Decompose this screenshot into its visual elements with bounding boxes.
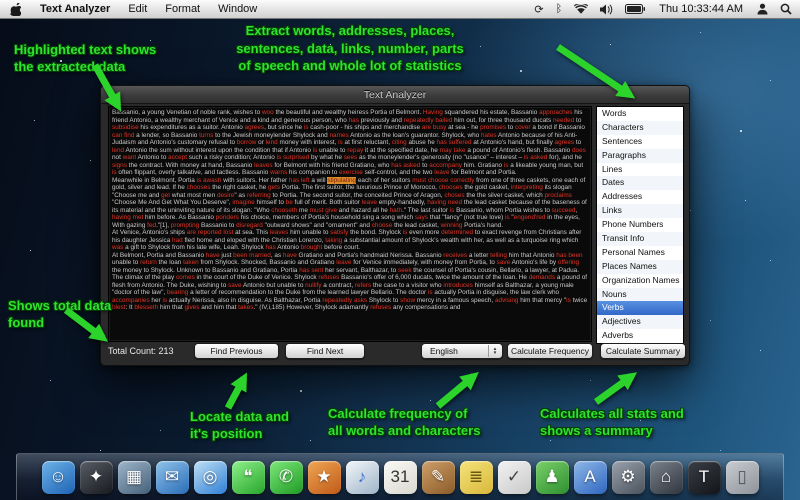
- total-count-label: Total Count: 213: [108, 346, 174, 356]
- annotation-locate: Locate data and it's position: [190, 409, 289, 442]
- dock-icon-system-preferences[interactable]: ⚙: [612, 461, 645, 494]
- window-title-bar[interactable]: Text Analyzer: [101, 86, 689, 104]
- category-item[interactable]: Nouns: [597, 288, 683, 302]
- language-dropdown[interactable]: English ▲▼: [421, 343, 503, 359]
- menu-bar: Text Analyzer Edit Format Window ⟳ ᛒ Thu…: [0, 0, 800, 19]
- category-item[interactable]: Places Names: [597, 260, 683, 274]
- dock-icon-reminders[interactable]: ✓: [498, 461, 531, 494]
- volume-icon[interactable]: [596, 4, 617, 15]
- dock-icon-trash[interactable]: ▯: [726, 461, 759, 494]
- calculate-summary-button[interactable]: Calculate Summary: [600, 343, 686, 359]
- dock-icon-photo-booth[interactable]: ★: [308, 461, 341, 494]
- category-item[interactable]: Paragraphs: [597, 149, 683, 163]
- category-item[interactable]: Characters: [597, 121, 683, 135]
- dock-icon-itunes[interactable]: ♪: [346, 461, 379, 494]
- dock-icon-messages[interactable]: ❝: [232, 461, 265, 494]
- category-item[interactable]: Words: [597, 107, 683, 121]
- category-item[interactable]: Organization Names: [597, 274, 683, 288]
- found-word-highlight: stipulating: [327, 177, 356, 184]
- category-item[interactable]: Lines: [597, 163, 683, 177]
- dropdown-stepper-icon: ▲▼: [488, 345, 501, 357]
- window-title: Text Analyzer: [364, 89, 426, 101]
- dock-icon-contacts[interactable]: ✎: [422, 461, 455, 494]
- category-item[interactable]: Personal Names: [597, 246, 683, 260]
- bluetooth-icon[interactable]: ᛒ: [552, 3, 567, 15]
- dock-icon-launchpad[interactable]: ✦: [80, 461, 113, 494]
- calculate-frequency-button[interactable]: Calculate Frequency: [507, 343, 593, 359]
- dock: ☺✦▦✉◎❝✆★♪31✎≣✓♟A⚙⌂T▯: [16, 453, 784, 500]
- dock-icon-facetime[interactable]: ✆: [270, 461, 303, 494]
- dock-icon-calendar[interactable]: 31: [384, 461, 417, 494]
- dock-icon-mail[interactable]: ✉: [156, 461, 189, 494]
- category-item[interactable]: Links: [597, 204, 683, 218]
- arrow-to-find-buttons: [228, 378, 244, 408]
- user-icon[interactable]: [753, 3, 772, 15]
- annotation-highlighted-text: Highlighted text shows the extracted dat…: [14, 42, 156, 75]
- annotation-total-found: Shows total data found: [8, 298, 111, 331]
- category-item[interactable]: Dates: [597, 176, 683, 190]
- spotlight-icon[interactable]: [776, 3, 796, 15]
- dock-icon-app-store[interactable]: A: [574, 461, 607, 494]
- category-item[interactable]: Verbs: [597, 301, 683, 315]
- wifi-icon[interactable]: [570, 4, 592, 15]
- dock-icon-notes[interactable]: ≣: [460, 461, 493, 494]
- menu-edit[interactable]: Edit: [119, 0, 156, 19]
- category-item[interactable]: Addresses: [597, 190, 683, 204]
- language-dropdown-value: English: [430, 346, 458, 356]
- dock-icon-finder[interactable]: ☺: [42, 461, 75, 494]
- annotation-frequency: Calculate frequency of all words and cha…: [328, 406, 480, 439]
- arrow-to-summary-button: [596, 376, 632, 402]
- category-item[interactable]: Phone Numbers: [597, 218, 683, 232]
- dock-icon-safari[interactable]: ◎: [194, 461, 227, 494]
- menu-app-name[interactable]: Text Analyzer: [31, 0, 119, 19]
- text-area[interactable]: Bassanio, a young Venetian of noble rank…: [108, 106, 592, 342]
- dock-icon-text-analyzer[interactable]: T: [688, 461, 721, 494]
- category-list[interactable]: WordsCharactersSentencesParagraphsLinesD…: [596, 106, 684, 344]
- dock-icon-game-center[interactable]: ♟: [536, 461, 569, 494]
- category-item[interactable]: Sentences: [597, 135, 683, 149]
- text-analyzer-window: Text Analyzer Bassanio, a young Venetian…: [100, 85, 690, 366]
- menu-bar-clock[interactable]: Thu 10:33:44 AM: [653, 3, 749, 15]
- dock-icon-utilities[interactable]: ⌂: [650, 461, 683, 494]
- battery-icon[interactable]: [621, 4, 649, 14]
- find-previous-button[interactable]: Find Previous: [194, 343, 279, 359]
- sync-icon[interactable]: ⟳: [530, 3, 547, 16]
- window-footer: Total Count: 213 Find Previous Find Next…: [101, 342, 689, 362]
- category-item[interactable]: Transit Info: [597, 232, 683, 246]
- annotation-extract: Extract words, addresses, places, senten…: [228, 22, 472, 75]
- find-next-button[interactable]: Find Next: [285, 343, 365, 359]
- annotation-summary: Calculates all stats and shows a summary: [540, 406, 684, 439]
- arrow-to-frequency-button: [438, 376, 474, 406]
- menu-window[interactable]: Window: [209, 0, 266, 19]
- menu-format[interactable]: Format: [156, 0, 209, 19]
- dock-icon-mission-control[interactable]: ▦: [118, 461, 151, 494]
- category-item[interactable]: Adjectives: [597, 315, 683, 329]
- apple-menu-icon[interactable]: [10, 3, 21, 16]
